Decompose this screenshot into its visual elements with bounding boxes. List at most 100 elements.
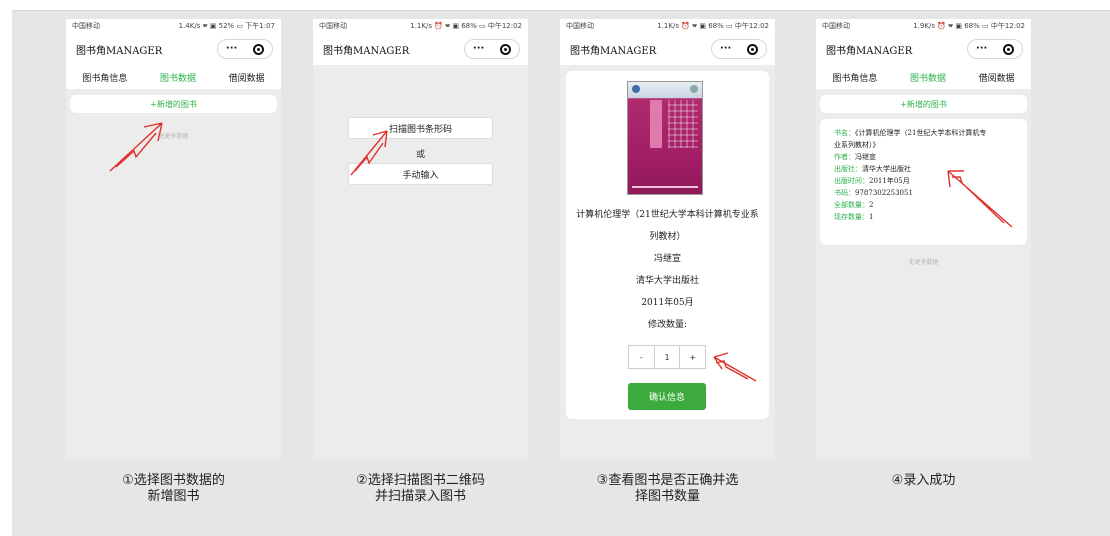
- caption-line: ①选择图书数据的: [122, 473, 225, 488]
- status-bar: 中国移动 1.1K/s ⏰ 🕿 ▣ 68% ▭ 中午12:02: [560, 19, 775, 33]
- status-bar: 中国移动 1.1K/s ⏰ 🕿 ▣ 68% ▭ 中午12:02: [313, 19, 528, 33]
- or-label: 或: [415, 150, 425, 160]
- status-indicators: 1.1K/s ⏰ 🕿 ▣ 68% ▭ 中午12:02: [410, 22, 522, 30]
- book-title-line-1: 计算机伦理学（21世纪大学本科计算机专业系: [576, 210, 759, 220]
- top-area: 中国移动 1.9K/s ⏰ 🕿 ▣ 68% ▭ 中午12:02 图书角MANAG…: [816, 19, 1031, 89]
- info-title-cont: 业系列教材）》: [834, 139, 880, 151]
- quantity-input[interactable]: 1: [655, 346, 681, 368]
- more-icon[interactable]: ···: [720, 44, 731, 54]
- add-book-button[interactable]: +新增的图书: [820, 95, 1027, 113]
- tab-borrow-data[interactable]: 借阅数据: [229, 71, 265, 84]
- app-title: 图书角MANAGER: [570, 45, 657, 57]
- carrier-label: 中国移动: [72, 22, 100, 30]
- caption-line: 择图书数量: [634, 489, 700, 504]
- title-label: 书名：: [834, 129, 855, 137]
- step-3-caption: ③查看图书是否正确并选 择图书数量: [560, 473, 775, 505]
- more-icon[interactable]: ···: [473, 44, 484, 54]
- quantity-label: 修改数量:: [647, 320, 688, 330]
- step-2-caption: ②选择扫描图书二维码 并扫描录入图书: [313, 473, 528, 505]
- mini-program-capsule[interactable]: ···: [464, 39, 520, 59]
- book-publisher: 清华大学出版社: [635, 276, 699, 286]
- more-icon[interactable]: ···: [976, 44, 987, 54]
- isbn-value: 9787302253051: [855, 189, 913, 197]
- book-author: 冯继宣: [653, 254, 681, 264]
- close-target-icon[interactable]: [1003, 43, 1015, 55]
- status-indicators: 1.9K/s ⏰ 🕿 ▣ 68% ▭ 中午12:02: [913, 22, 1025, 30]
- title-value: 《计算机伦理学（21世纪大学本科计算机专: [855, 129, 987, 137]
- status-indicators: 1.1K/s ⏰ 🕿 ▣ 68% ▭ 中午12:02: [657, 22, 769, 30]
- quantity-stepper[interactable]: - 1 +: [628, 345, 706, 369]
- tab-bookcorner-info[interactable]: 图书角信息: [82, 71, 127, 84]
- caption-line: ②选择扫描图书二维码: [356, 473, 485, 488]
- red-arrow-icon: [350, 130, 388, 176]
- info-total: 全部数量：2: [834, 199, 873, 211]
- red-arrow-icon: [947, 170, 1013, 228]
- tab-bar: 图书角信息 图书数据 借阅数据: [66, 65, 281, 89]
- author-label: 作者：: [834, 153, 855, 161]
- decrement-button[interactable]: -: [629, 346, 655, 368]
- cover-pattern: [668, 100, 698, 148]
- available-value: 1: [869, 213, 874, 221]
- step-4-caption: ④录入成功: [816, 473, 1031, 489]
- nav-bar: 图书角MANAGER ···: [560, 33, 775, 65]
- phone-screen-1: 中国移动 1.4K/s 🕿 ▣ 52% ▭ 下午1:07 图书角MANAGER …: [66, 19, 281, 459]
- nav-bar: 图书角MANAGER ···: [66, 33, 281, 65]
- mini-program-capsule[interactable]: ···: [711, 39, 767, 59]
- publisher-value: 清华大学出版社: [862, 165, 911, 173]
- top-area: 中国移动 1.1K/s ⏰ 🕿 ▣ 68% ▭ 中午12:02 图书角MANAG…: [560, 19, 775, 65]
- close-target-icon[interactable]: [500, 43, 512, 55]
- step-1-caption: ①选择图书数据的 新增图书: [66, 473, 281, 505]
- available-label: 现存数量：: [834, 213, 869, 221]
- nav-bar: 图书角MANAGER ···: [816, 33, 1031, 65]
- book-cover-image: [627, 81, 703, 195]
- increment-button[interactable]: +: [680, 346, 705, 368]
- tab-book-data[interactable]: 图书数据: [160, 71, 196, 84]
- book-title-line-2: 列教材）: [649, 232, 686, 242]
- app-title: 图书角MANAGER: [76, 45, 163, 57]
- red-arrow-icon: [713, 352, 757, 382]
- close-target-icon[interactable]: [747, 43, 759, 55]
- confirm-info-button[interactable]: 确认信息: [628, 383, 706, 410]
- tab-borrow-data[interactable]: 借阅数据: [979, 71, 1015, 84]
- info-date: 出版时间：2011年05月: [834, 175, 910, 187]
- isbn-label: 书码：: [834, 189, 855, 197]
- cover-band: [650, 100, 662, 148]
- info-author: 作者：冯继宣: [834, 151, 876, 163]
- caption-line: 并扫描录入图书: [374, 489, 466, 504]
- publisher-logo-icon: [632, 85, 640, 93]
- close-target-icon[interactable]: [253, 43, 265, 55]
- nav-bar: 图书角MANAGER ···: [313, 33, 528, 65]
- carrier-label: 中国移动: [822, 22, 850, 30]
- app-title: 图书角MANAGER: [826, 45, 913, 57]
- more-icon[interactable]: ···: [226, 44, 237, 54]
- total-label: 全部数量：: [834, 201, 869, 209]
- total-value: 2: [869, 201, 874, 209]
- status-indicators: 1.4K/s 🕿 ▣ 52% ▭ 下午1:07: [178, 22, 275, 30]
- caption-line: ③查看图书是否正确并选: [596, 473, 739, 488]
- info-publisher: 出版社：清华大学出版社: [834, 163, 911, 175]
- info-available: 现存数量：1: [834, 211, 873, 223]
- app-title: 图书角MANAGER: [323, 45, 410, 57]
- badge-icon: [690, 85, 698, 93]
- date-label: 出版时间：: [834, 177, 869, 185]
- carrier-label: 中国移动: [319, 22, 347, 30]
- top-area: 中国移动 1.1K/s ⏰ 🕿 ▣ 68% ▭ 中午12:02 图书角MANAG…: [313, 19, 528, 65]
- status-bar: 中国移动 1.9K/s ⏰ 🕿 ▣ 68% ▭ 中午12:02: [816, 19, 1031, 33]
- tab-bookcorner-info[interactable]: 图书角信息: [832, 71, 877, 84]
- caption-line: 新增图书: [147, 489, 200, 504]
- mini-program-capsule[interactable]: ···: [967, 39, 1023, 59]
- author-value: 冯继宣: [855, 153, 876, 161]
- book-pub-date: 2011年05月: [641, 298, 694, 308]
- publisher-label: 出版社：: [834, 165, 862, 173]
- phone-screen-3: 中国移动 1.1K/s ⏰ 🕿 ▣ 68% ▭ 中午12:02 图书角MANAG…: [560, 19, 775, 459]
- carrier-label: 中国移动: [566, 22, 594, 30]
- no-more-data-text: 无更多数据: [908, 259, 939, 266]
- tutorial-canvas: 中国移动 1.4K/s 🕿 ▣ 52% ▭ 下午1:07 图书角MANAGER …: [12, 10, 1110, 536]
- book-record-card[interactable]: 书名：《计算机伦理学（21世纪大学本科计算机专 业系列教材）》 作者：冯继宣 出…: [820, 119, 1027, 245]
- mini-program-capsule[interactable]: ···: [217, 39, 273, 59]
- top-area: 中国移动 1.4K/s 🕿 ▣ 52% ▭ 下午1:07 图书角MANAGER …: [66, 19, 281, 89]
- status-bar: 中国移动 1.4K/s 🕿 ▣ 52% ▭ 下午1:07: [66, 19, 281, 33]
- phone-screen-2: 中国移动 1.1K/s ⏰ 🕿 ▣ 68% ▭ 中午12:02 图书角MANAG…: [313, 19, 528, 459]
- tab-book-data[interactable]: 图书数据: [910, 71, 946, 84]
- caption-line: ④录入成功: [891, 473, 956, 488]
